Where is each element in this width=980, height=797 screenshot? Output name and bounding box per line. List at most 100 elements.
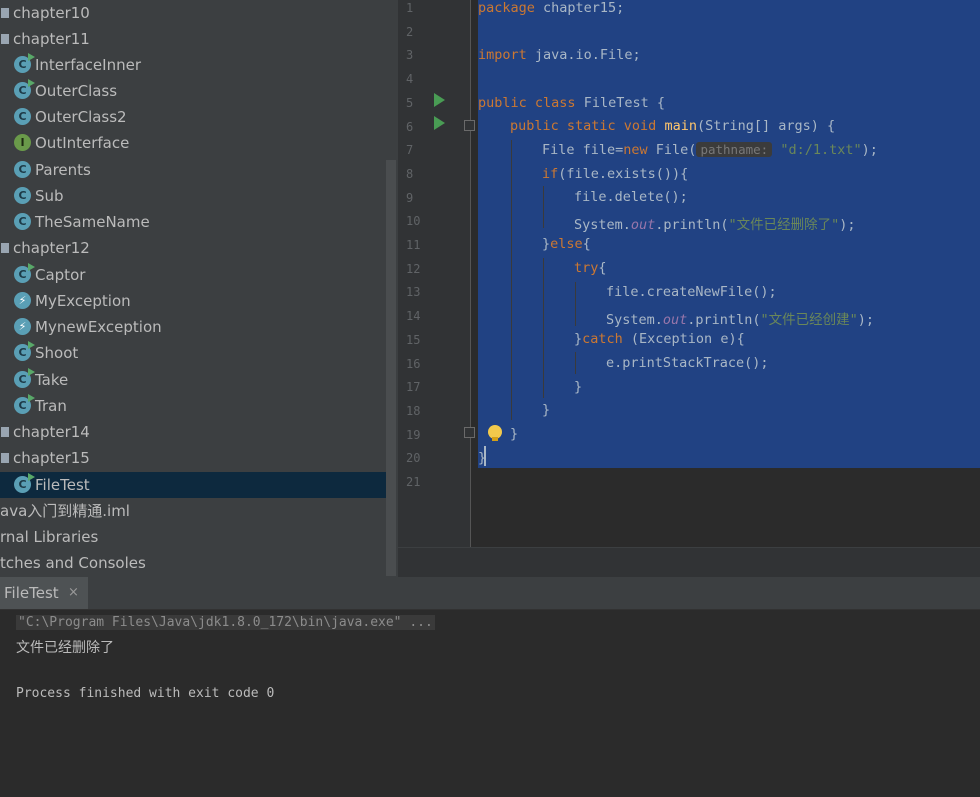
- tree-item[interactable]: C OuterClass2: [0, 104, 386, 130]
- tree-item[interactable]: I OutInterface: [0, 130, 386, 156]
- tree-item-label: rnal Libraries: [0, 528, 99, 546]
- tree-item[interactable]: C OuterClass: [0, 78, 386, 104]
- code-line-7: File file=new File(pathname: "d:/1.txt")…: [542, 142, 878, 158]
- tree-item[interactable]: chapter15: [0, 445, 386, 471]
- folder-icon: [1, 34, 9, 44]
- tree-item[interactable]: C Shoot: [0, 340, 386, 366]
- exception-icon: ⚡: [14, 292, 31, 309]
- line-number: 12: [406, 261, 421, 276]
- runnable-icon: [28, 79, 35, 87]
- code-line-9: file.delete();: [574, 189, 688, 205]
- code-line-6: public static void main(String[] args) {: [510, 118, 836, 134]
- lightbulb-icon[interactable]: [488, 425, 502, 441]
- runnable-icon: [28, 263, 35, 271]
- class-icon: C: [14, 394, 35, 414]
- tree-item[interactable]: C Take: [0, 367, 386, 393]
- folder-icon: [1, 243, 9, 253]
- class-icon: C: [14, 341, 35, 361]
- gutter-divider: [470, 0, 471, 547]
- line-number: 13: [406, 285, 421, 300]
- exception-icon: ⚡: [14, 318, 31, 335]
- close-icon[interactable]: ×: [68, 577, 79, 609]
- tree-item[interactable]: C Parents: [0, 157, 386, 183]
- line-number: 15: [406, 332, 421, 347]
- run-panel: FileTest × "C:\Program Files\Java\jdk1.8…: [0, 577, 980, 797]
- tree-item[interactable]: tches and Consoles: [0, 550, 386, 576]
- tree-item[interactable]: chapter10: [0, 0, 386, 26]
- editor-bottom-bar: [398, 547, 980, 577]
- class-icon: C: [14, 473, 35, 493]
- line-number: 7: [406, 143, 414, 158]
- code-line-14: System.out.println("文件已经创建");: [606, 312, 874, 328]
- code-line-18: }: [542, 402, 551, 418]
- tree-item-label: OuterClass: [35, 82, 118, 100]
- tree-item-label: chapter12: [13, 239, 90, 257]
- class-icon: C: [14, 79, 35, 99]
- tree-item-label: FileTest: [35, 476, 90, 494]
- tree-item-label: MyException: [35, 292, 131, 310]
- line-number: 9: [406, 190, 414, 205]
- runnable-icon: [28, 473, 35, 481]
- code-line-16: e.printStackTrace();: [606, 355, 769, 371]
- tree-item[interactable]: C Tran: [0, 393, 386, 419]
- runnable-icon: [28, 368, 35, 376]
- line-number: 21: [406, 475, 421, 489]
- tree-item[interactable]: chapter14: [0, 419, 386, 445]
- run-tab-filetest[interactable]: FileTest ×: [0, 577, 88, 609]
- run-class-icon[interactable]: [434, 93, 445, 107]
- tree-item-label: Parents: [35, 161, 91, 179]
- tree-item[interactable]: rnal Libraries: [0, 524, 386, 550]
- line-number: 18: [406, 403, 421, 418]
- class-icon: C: [14, 161, 31, 178]
- line-number: 17: [406, 380, 421, 395]
- indent-guide: [575, 352, 576, 374]
- line-number: 4: [406, 72, 414, 87]
- folder-icon: [1, 453, 9, 463]
- indent-guide: [511, 140, 512, 420]
- code-line-19: }: [510, 426, 519, 442]
- folder-icon: [1, 427, 9, 437]
- console-command-line: "C:\Program Files\Java\jdk1.8.0_172\bin\…: [16, 615, 435, 630]
- tree-item-label: Shoot: [35, 344, 79, 362]
- tree-scrollbar[interactable]: [386, 160, 396, 576]
- line-number: 16: [406, 356, 421, 371]
- interface-icon: I: [14, 134, 31, 151]
- tree-item[interactable]: chapter12: [0, 235, 386, 261]
- tree-item[interactable]: C FileTest: [0, 472, 386, 498]
- line-number: 11: [406, 238, 421, 252]
- tree-item[interactable]: C Captor: [0, 262, 386, 288]
- tree-item[interactable]: ⚡ MyException: [0, 288, 386, 314]
- class-icon: C: [14, 53, 35, 73]
- code-line-10: System.out.println("文件已经删除了");: [574, 217, 856, 233]
- console-exit-line: Process finished with exit code 0: [16, 686, 275, 701]
- tree-item-label: ava入门到精通.iml: [0, 502, 130, 520]
- class-icon: C: [14, 108, 31, 125]
- tree-item-label: tches and Consoles: [0, 554, 146, 572]
- tree-item[interactable]: C TheSameName: [0, 209, 386, 235]
- tree-item-label: OutInterface: [35, 134, 130, 152]
- fold-marker-icon[interactable]: [464, 120, 475, 131]
- tree-item[interactable]: C Sub: [0, 183, 386, 209]
- line-number: 8: [406, 166, 414, 181]
- console-output-line: 文件已经删除了: [16, 640, 114, 656]
- tree-item-label: chapter14: [13, 423, 90, 441]
- tree-item-label: Captor: [35, 266, 86, 284]
- tree-item[interactable]: chapter11: [0, 26, 386, 52]
- code-line-13: file.createNewFile();: [606, 284, 777, 300]
- folder-icon: [1, 8, 9, 18]
- line-number: 6: [406, 119, 414, 134]
- selection-highlight: [478, 0, 980, 468]
- class-icon: C: [14, 213, 31, 230]
- code-line-17: }: [574, 379, 583, 395]
- tree-item-label: MynewException: [35, 318, 162, 336]
- line-number: 20: [406, 451, 421, 466]
- tree-item-label: TheSameName: [35, 213, 150, 231]
- tree-item[interactable]: ava入门到精通.iml: [0, 498, 386, 524]
- run-main-icon[interactable]: [434, 116, 445, 130]
- fold-marker-icon[interactable]: [464, 427, 475, 438]
- code-line-1: package chapter15;: [478, 0, 625, 16]
- tree-item[interactable]: ⚡ MynewException: [0, 314, 386, 340]
- code-editor[interactable]: 1 2 3 4 5 6 7 8 9 10 11 12 13 14 15 16 17 18 19 20 21 packag…: [398, 0, 980, 577]
- indent-guide: [543, 258, 544, 398]
- tree-item[interactable]: C InterfaceInner: [0, 52, 386, 78]
